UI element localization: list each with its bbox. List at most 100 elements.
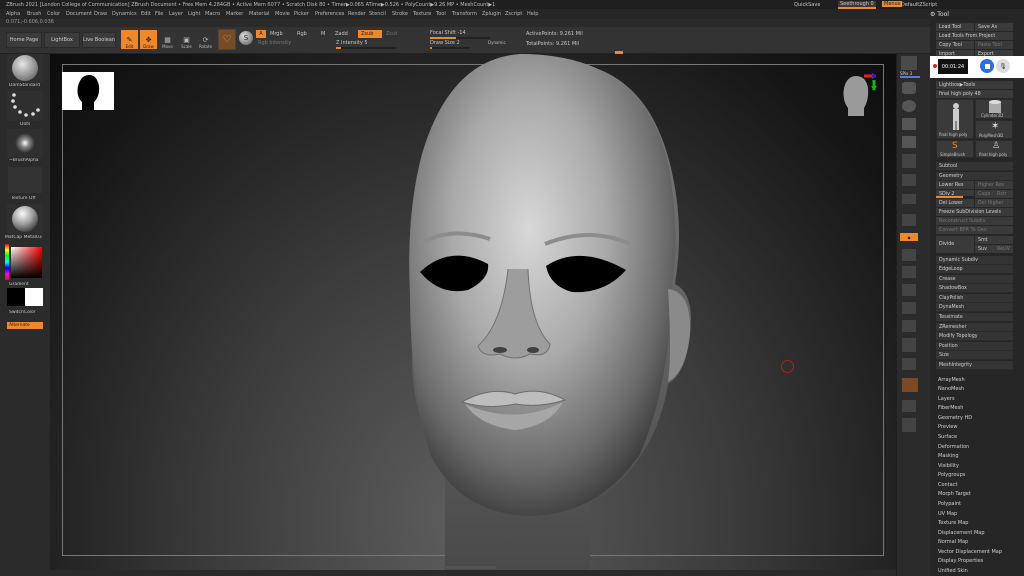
z-intensity-slider[interactable]: Z Intensity 5	[336, 40, 396, 49]
rgb-toggle[interactable]: Rgb	[297, 31, 307, 37]
rotate-mode-button[interactable]: ⟳ Rotate	[197, 30, 214, 49]
menus-button[interactable]: Menus	[882, 1, 903, 7]
tool-menu-item[interactable]: Texture Map	[938, 520, 968, 526]
main-color-swatch[interactable]	[7, 288, 25, 306]
menu-stroke[interactable]: Stroke	[392, 11, 408, 17]
scroll-icon[interactable]	[902, 82, 916, 94]
menu-material[interactable]: Material	[249, 11, 269, 17]
switchcolor-button[interactable]: SwitchColor	[9, 310, 36, 315]
freeze-subdivision-button[interactable]: Freeze SubDivision Levels	[936, 208, 1013, 216]
tool-menu-item[interactable]: UV Map	[938, 511, 957, 517]
canvas-scroll-handle[interactable]	[446, 566, 496, 569]
menu-picker[interactable]: Picker	[294, 11, 309, 17]
lower-res-button[interactable]: Lower Res	[936, 181, 974, 189]
color-picker[interactable]	[5, 244, 44, 280]
geometry-subitem[interactable]: DynaMesh	[936, 303, 1013, 312]
home-page-button[interactable]: Home Page	[6, 32, 42, 48]
polymesh3d-thumb[interactable]: ✶ PolyMesh3D	[975, 120, 1013, 139]
live-boolean-button[interactable]: Live Boolean	[82, 32, 116, 48]
tool-menu-item[interactable]: Displacement Map	[938, 530, 985, 536]
actual-icon[interactable]	[902, 118, 916, 130]
menu-light[interactable]: Light	[188, 11, 200, 17]
alpha-thumbnail[interactable]	[7, 129, 43, 157]
tool-menu-item[interactable]: Preview	[938, 424, 957, 430]
save-as-button[interactable]: Save As	[975, 23, 1013, 31]
transp-icon[interactable]	[902, 358, 916, 370]
zcut-toggle[interactable]: Zcut	[386, 31, 397, 37]
persp-icon[interactable]	[902, 154, 916, 168]
tool-menu-item[interactable]: Visibility	[938, 463, 959, 469]
menu-render[interactable]: Render	[348, 11, 366, 17]
texture-swatch[interactable]: S	[239, 31, 253, 45]
texture-thumbnail[interactable]	[7, 166, 43, 194]
lightbox-tools-button[interactable]: Lightbox▶Tools	[936, 81, 1013, 89]
menu-marker[interactable]: Marker	[226, 11, 243, 17]
tool-menu-item[interactable]: Geometry HD	[938, 415, 972, 421]
menu-alpha[interactable]: Alpha	[6, 11, 20, 17]
main-secondary-color[interactable]	[7, 288, 43, 306]
cage-button[interactable]: Cage	[975, 190, 994, 198]
final-high-poly-thumb-2[interactable]: ♙ final high poly	[975, 140, 1013, 158]
tool-menu-item[interactable]: Polygroups	[938, 472, 965, 478]
menu-draw[interactable]: Draw	[94, 11, 107, 17]
scale-mode-button[interactable]: ▣ Scale	[178, 30, 195, 49]
hue-strip[interactable]	[5, 244, 9, 280]
tool-menu-item[interactable]: Polypaint	[938, 501, 961, 507]
brush-thumbnail[interactable]	[7, 54, 43, 82]
mrgb-toggle[interactable]: Mrgb	[270, 31, 283, 37]
sculpted-head-model[interactable]	[350, 54, 710, 570]
bpr-button[interactable]	[901, 56, 917, 70]
draw-mode-button[interactable]: ✥ Draw	[140, 30, 157, 49]
convert-bpr-button[interactable]: Convert BPR To Geo	[936, 226, 1013, 234]
m-toggle[interactable]: M	[321, 31, 325, 37]
zadd-toggle[interactable]: Zadd	[335, 31, 348, 37]
menu-movie[interactable]: Movie	[275, 11, 290, 17]
sym-button[interactable]: ◆	[900, 233, 918, 241]
tool-menu-item[interactable]: Deformation	[938, 444, 969, 450]
lightbox-button[interactable]: LightBox	[44, 32, 80, 48]
move-icon[interactable]	[902, 284, 916, 296]
geometry-subitem[interactable]: ShadowBox	[936, 284, 1013, 293]
current-tool-slider[interactable]: final high poly 48	[936, 90, 1013, 98]
rgb-intensity-slider[interactable]: Rgb Intensity	[258, 40, 291, 46]
tool-menu-item[interactable]: NanoMesh	[938, 386, 964, 392]
dynamic-icon[interactable]	[902, 400, 916, 412]
geometry-section[interactable]: Geometry	[936, 172, 1013, 181]
paste-tool-button[interactable]: Paste Tool	[975, 41, 1013, 49]
final-high-poly-thumb[interactable]: final high poly	[936, 99, 974, 139]
edit-mode-button[interactable]: ✎ Edit	[121, 30, 138, 49]
navigation-widget[interactable]	[838, 72, 878, 118]
higher-res-button[interactable]: Higher Res	[975, 181, 1013, 189]
a-toggle[interactable]: A	[256, 30, 266, 38]
geometry-subitem[interactable]: EdgeLoop	[936, 265, 1013, 274]
menu-file[interactable]: File	[155, 11, 163, 17]
xpose-icon[interactable]	[902, 418, 916, 432]
load-tool-button[interactable]: Load Tool	[936, 23, 974, 31]
menu-edit[interactable]: Edit	[141, 11, 151, 17]
tool-menu-item[interactable]: Normal Map	[938, 539, 968, 545]
geometry-subitem[interactable]: Crease	[936, 275, 1013, 284]
tool-menu-item[interactable]: Surface	[938, 434, 957, 440]
zsub-toggle[interactable]: Zsub	[358, 30, 382, 38]
dynamic-toggle[interactable]: Dynamic	[488, 40, 506, 45]
simplebrush-thumb[interactable]: S SimpleBrush	[936, 140, 974, 158]
sdiv-slider[interactable]: SDiv 2	[936, 190, 974, 198]
tool-menu-item[interactable]: Vector Displacement Map	[938, 549, 1002, 555]
material-thumbnail[interactable]	[7, 204, 43, 234]
copy-tool-button[interactable]: Copy Tool	[936, 41, 974, 49]
menu-color[interactable]: Color	[47, 11, 60, 17]
menu-preferences[interactable]: Preferences	[315, 11, 344, 17]
rotate-icon[interactable]	[902, 320, 916, 332]
tool-menu-item[interactable]: Morph Target	[938, 491, 971, 497]
reuv-button[interactable]: ReUV	[994, 245, 1013, 253]
menu-dynamics[interactable]: Dynamics	[112, 11, 137, 17]
menu-document[interactable]: Document	[66, 11, 92, 17]
saturation-value-square[interactable]	[11, 247, 42, 278]
draw-size-slider[interactable]: Draw Size 2	[430, 40, 470, 49]
rstr-button[interactable]: Rstr	[994, 190, 1013, 198]
lasso-icon[interactable]	[902, 249, 916, 261]
tool-menu-item[interactable]: FiberMesh	[938, 405, 963, 411]
menu-transform[interactable]: Transform	[452, 11, 477, 17]
zoom3d-icon[interactable]	[902, 302, 916, 314]
load-tools-from-project-button[interactable]: Load Tools From Project	[936, 32, 1013, 40]
